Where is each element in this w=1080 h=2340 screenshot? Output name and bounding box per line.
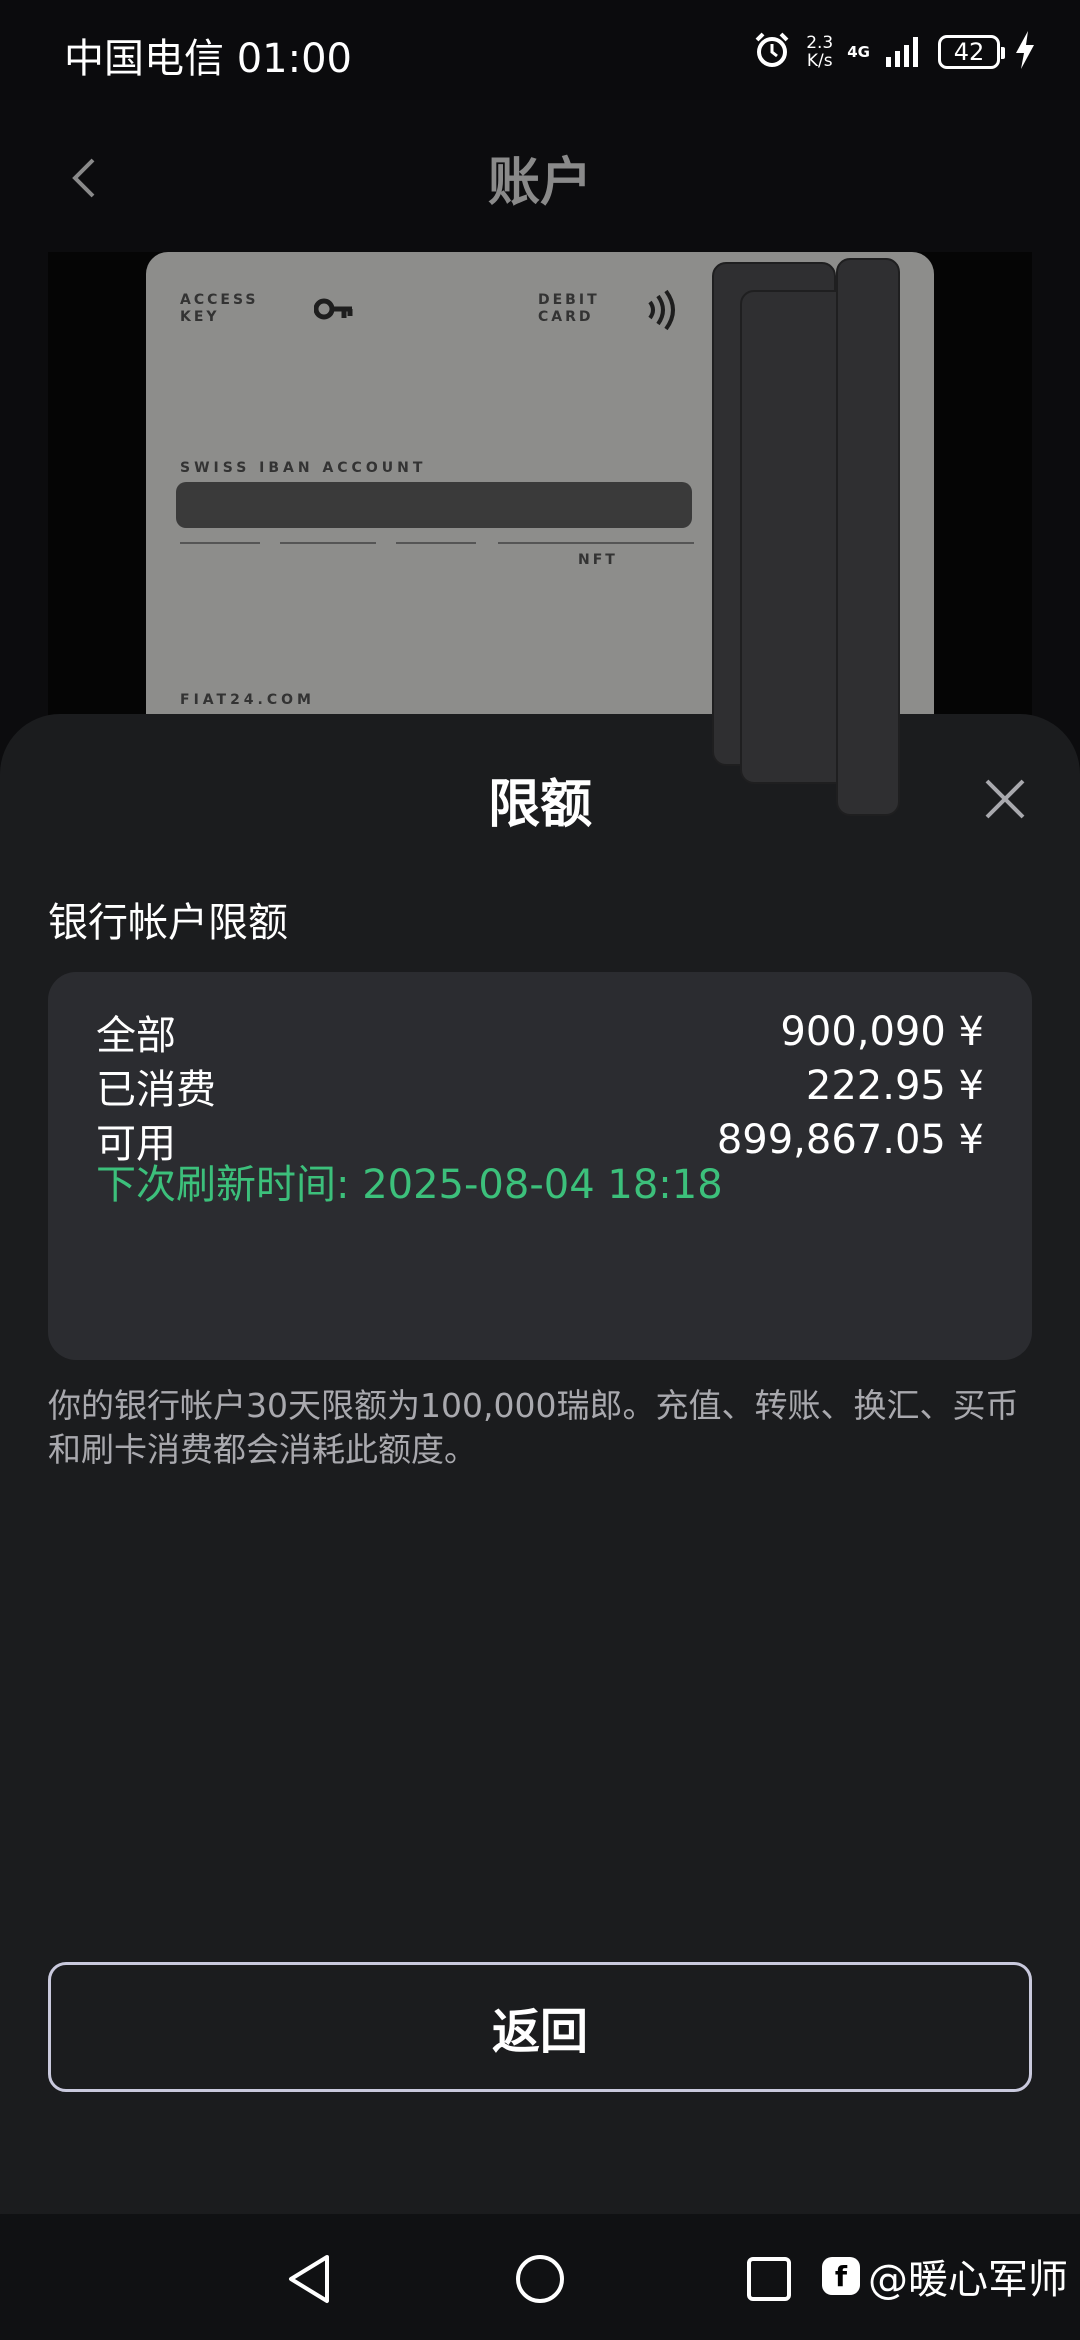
sheet-title: 限额 xyxy=(487,775,592,835)
home-circle-icon xyxy=(516,2255,564,2303)
return-button[interactable]: 返回 xyxy=(48,1962,1032,2092)
nav-home-button[interactable] xyxy=(505,2244,575,2314)
overlay-panel xyxy=(836,258,900,816)
refresh-time: 下次刷新时间: 2025-08-04 18:18 xyxy=(96,1162,723,1208)
key-icon xyxy=(313,296,354,326)
limit-value: 900,090 ¥ xyxy=(780,1009,984,1055)
speed-unit: K/s xyxy=(806,51,833,71)
card-underline xyxy=(396,542,476,544)
app-root: 中国电信 01:00 2.3 K/s 4G 42 账户 ACCESS KEY D… xyxy=(0,0,1080,2340)
network-speed: 2.3 K/s xyxy=(806,34,833,70)
card-underline xyxy=(498,542,694,544)
limit-row-total: 全部 900,090 ¥ xyxy=(96,1002,984,1062)
website-label: FIAT24.COM xyxy=(180,692,315,708)
nav-recents-button[interactable] xyxy=(734,2244,804,2314)
debit-card-label-1: DEBIT xyxy=(538,292,600,308)
contactless-icon xyxy=(644,288,684,336)
signal-icon xyxy=(884,33,924,71)
network-type: 4G xyxy=(847,43,870,61)
watermark-text: @暖心军师 xyxy=(868,2257,1068,2303)
carrier-time: 中国电信 01:00 xyxy=(64,36,352,82)
card-underline xyxy=(280,542,376,544)
iban-field xyxy=(176,482,692,528)
limits-sheet: 限额 银行帐户限额 全部 900,090 ¥ 已消费 222.95 ¥ 可用 8… xyxy=(0,714,1080,2214)
close-icon xyxy=(985,779,1025,819)
nft-label: NFT xyxy=(578,552,618,568)
section-label: 银行帐户限额 xyxy=(48,900,288,946)
access-key-label-1: ACCESS xyxy=(180,292,259,308)
battery-icon: 42 xyxy=(938,35,1005,69)
card-underline xyxy=(180,542,260,544)
charging-icon xyxy=(1014,31,1036,73)
limit-value: 222.95 ¥ xyxy=(805,1063,984,1109)
page-title: 账户 xyxy=(487,153,592,213)
alarm-icon xyxy=(752,30,792,74)
limit-note: 你的银行帐户30天限额为100,000瑞郎。充值、转账、换汇、买币和刷卡消费都会… xyxy=(48,1386,1019,1469)
debit-card-label-2: CARD xyxy=(538,309,594,325)
limit-label: 全部 xyxy=(96,1013,176,1059)
status-bar: 中国电信 01:00 2.3 K/s 4G 42 xyxy=(0,0,1080,100)
limit-row-spent: 已消费 222.95 ¥ xyxy=(96,1056,984,1116)
speed-value: 2.3 xyxy=(806,33,834,53)
battery-level: 42 xyxy=(953,38,985,66)
watermark: f @暖心军师 xyxy=(822,2247,1068,2305)
close-button[interactable] xyxy=(970,764,1040,834)
limit-value: 899,867.05 ¥ xyxy=(716,1117,984,1163)
access-key-label-2: KEY xyxy=(180,309,220,325)
watermark-logo-icon: f xyxy=(822,2257,860,2295)
back-triangle-icon xyxy=(289,2255,329,2303)
nav-back-button[interactable] xyxy=(274,2244,344,2314)
iban-label: SWISS IBAN ACCOUNT xyxy=(180,460,427,476)
app-header: 账户 xyxy=(0,100,1080,250)
status-icons: 2.3 K/s 4G 42 xyxy=(752,28,1036,76)
limit-label: 已消费 xyxy=(96,1067,216,1113)
limits-card: 全部 900,090 ¥ 已消费 222.95 ¥ 可用 899,867.05 … xyxy=(48,972,1032,1360)
recents-square-icon xyxy=(747,2257,791,2301)
